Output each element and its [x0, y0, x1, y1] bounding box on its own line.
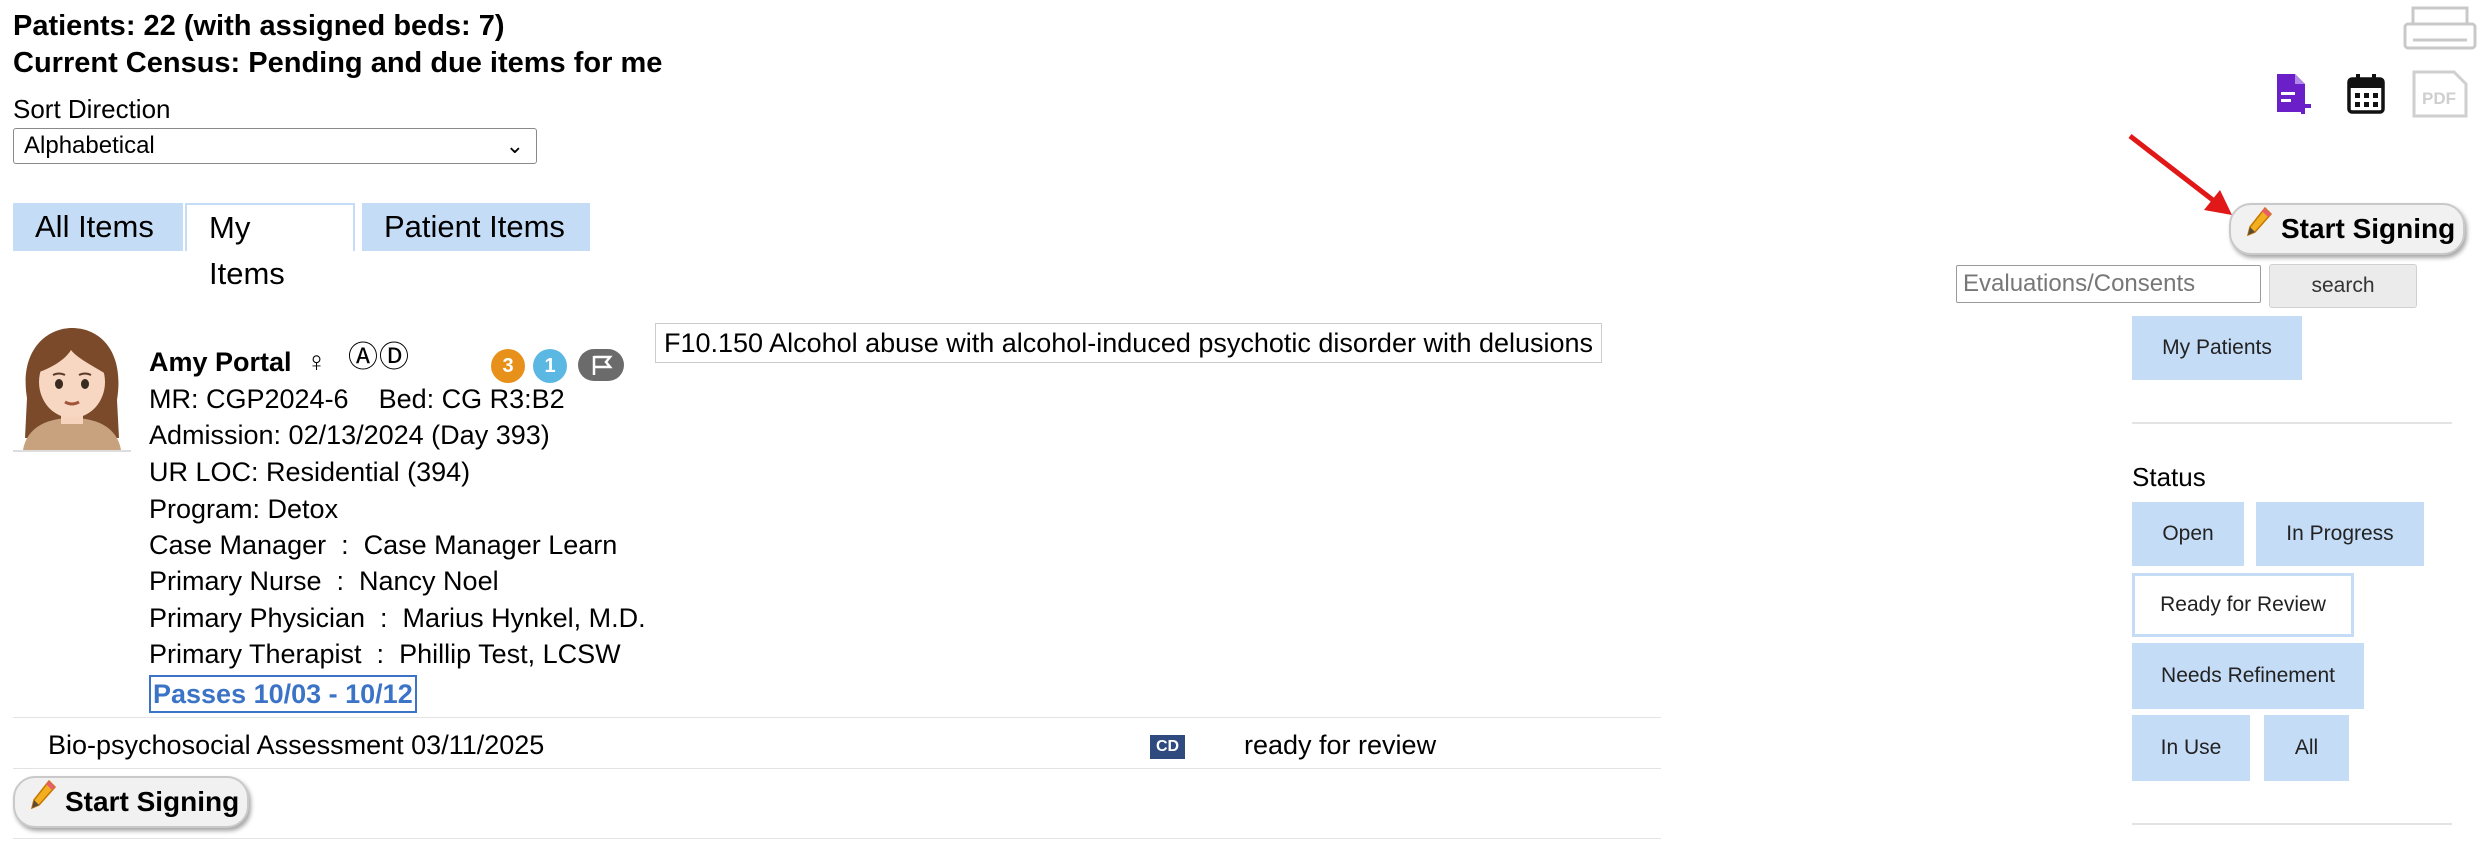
calendar-icon[interactable]: [2344, 72, 2388, 116]
start-signing-button[interactable]: Start Signing: [2229, 203, 2465, 255]
divider: [2132, 823, 2452, 825]
patient-name[interactable]: Amy Portal: [149, 347, 292, 378]
pencil-icon: [29, 778, 57, 826]
status-in-use-button[interactable]: In Use: [2132, 715, 2250, 781]
status-heading: Status: [2132, 462, 2206, 492]
admission-line: Admission: 02/13/2024 (Day 393): [149, 420, 550, 450]
status-open-button[interactable]: Open: [2132, 502, 2244, 566]
evaluations-search-input[interactable]: Evaluations/Consents: [1956, 265, 2261, 303]
case-manager-line: Case Manager : Case Manager Learn: [149, 530, 618, 560]
mr-bed-line: MR: CGP2024-6 Bed: CG R3:B2: [149, 384, 565, 414]
status-ready-for-review-button[interactable]: Ready for Review: [2132, 573, 2354, 637]
divider: [13, 768, 1661, 769]
female-gender-icon: ♀: [306, 346, 327, 377]
primary-physician-line: Primary Physician : Marius Hynkel, M.D.: [149, 603, 646, 633]
pencil-icon: [2245, 205, 2273, 253]
count-badge-orange[interactable]: 3: [491, 349, 525, 383]
passes-link[interactable]: Passes 10/03 - 10/12: [149, 675, 417, 713]
my-patients-button[interactable]: My Patients: [2132, 316, 2302, 380]
program-line: Program: Detox: [149, 494, 339, 524]
census-heading: Current Census: Pending and due items fo…: [13, 47, 663, 79]
sort-direction-value: Alphabetical: [24, 132, 155, 159]
divider: [13, 838, 1661, 839]
patient-avatar[interactable]: [13, 320, 131, 452]
pdf-icon[interactable]: PDF: [2410, 70, 2470, 118]
patient-status-icons: ⒶⒹ: [348, 341, 410, 374]
status-in-progress-button[interactable]: In Progress: [2256, 502, 2424, 566]
primary-nurse-line: Primary Nurse : Nancy Noel: [149, 566, 499, 596]
divider: [13, 717, 1661, 718]
count-badge-blue[interactable]: 1: [533, 349, 567, 383]
status-needs-refinement-button[interactable]: Needs Refinement: [2132, 643, 2364, 709]
chevron-down-icon: ⌄: [505, 133, 524, 158]
add-document-icon[interactable]: [2271, 72, 2315, 116]
start-signing-label: Start Signing: [65, 786, 240, 817]
item-status: ready for review: [1244, 730, 1437, 760]
sort-direction-label: Sort Direction: [13, 94, 171, 124]
tab-my-items[interactable]: My Items: [185, 203, 355, 291]
sort-direction-select[interactable]: Alphabetical ⌄: [13, 128, 537, 164]
tab-all-items[interactable]: All Items: [13, 203, 183, 251]
search-button[interactable]: search: [2269, 264, 2417, 308]
printer-icon[interactable]: [2403, 6, 2477, 52]
row-start-signing-button[interactable]: Start Signing: [13, 776, 249, 828]
status-all-button[interactable]: All: [2264, 715, 2349, 781]
svg-text:PDF: PDF: [2422, 89, 2456, 108]
flag-icon[interactable]: [578, 349, 624, 381]
primary-therapist-line: Primary Therapist : Phillip Test, LCSW: [149, 639, 621, 669]
patients-count-heading: Patients: 22 (with assigned beds: 7): [13, 10, 505, 42]
red-arrow-icon: [2128, 134, 2232, 215]
tab-patient-items[interactable]: Patient Items: [362, 203, 590, 251]
start-signing-label: Start Signing: [2281, 213, 2456, 244]
divider: [2132, 422, 2452, 424]
item-title[interactable]: Bio-psychosocial Assessment 03/11/2025: [48, 728, 544, 762]
ur-loc-line: UR LOC: Residential (394): [149, 457, 471, 487]
cd-badge: CD: [1150, 735, 1185, 759]
diagnosis-box: F10.150 Alcohol abuse with alcohol-induc…: [655, 323, 1603, 363]
